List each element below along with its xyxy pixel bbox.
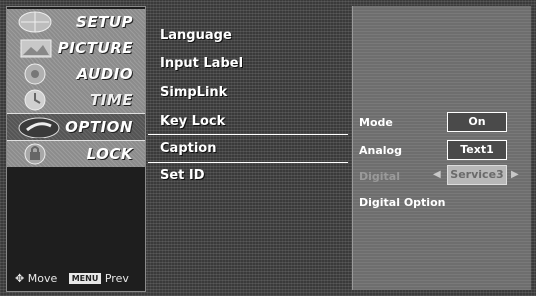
menu-item-set-id[interactable]: Set ID bbox=[160, 168, 205, 183]
category-picture[interactable]: PICTURE bbox=[7, 35, 145, 61]
category-sidebar: SETUP PICTURE AUDIO TIME OPTION LOCK ✥ M… bbox=[6, 6, 146, 292]
clock-icon bbox=[24, 89, 46, 111]
category-label: LOCK bbox=[86, 145, 133, 163]
digital-option-label[interactable]: Digital Option bbox=[359, 196, 445, 209]
prev-label: Prev bbox=[104, 272, 129, 285]
category-label: SETUP bbox=[76, 13, 133, 31]
category-option[interactable]: OPTION bbox=[7, 113, 145, 141]
selection-bottom-line bbox=[148, 162, 348, 163]
option-tag-icon bbox=[18, 117, 60, 138]
lock-icon bbox=[24, 143, 46, 165]
category-time[interactable]: TIME bbox=[7, 87, 145, 113]
menu-item-key-lock[interactable]: Key Lock bbox=[160, 114, 225, 129]
analog-value-box[interactable]: Text1 bbox=[447, 140, 507, 160]
mode-label: Mode bbox=[359, 116, 393, 129]
menu-item-caption[interactable]: Caption bbox=[160, 141, 216, 156]
menu-item-language[interactable]: Language bbox=[160, 28, 232, 43]
digital-label: Digital bbox=[359, 170, 400, 183]
category-label: AUDIO bbox=[76, 65, 133, 83]
tv-option-menu: SETUP PICTURE AUDIO TIME OPTION LOCK ✥ M… bbox=[0, 0, 536, 296]
category-label: OPTION bbox=[65, 118, 133, 136]
digital-value-box[interactable]: Service3 bbox=[447, 165, 507, 185]
menu-key-icon: MENU bbox=[68, 273, 102, 284]
category-lock[interactable]: LOCK bbox=[7, 141, 145, 167]
mode-value-box[interactable]: On bbox=[447, 112, 507, 132]
analog-label: Analog bbox=[359, 144, 402, 157]
move-label: Move bbox=[27, 272, 58, 285]
category-label: PICTURE bbox=[57, 39, 133, 57]
left-arrow-icon[interactable]: ◀ bbox=[433, 169, 441, 180]
move-arrows-icon: ✥ bbox=[15, 272, 25, 285]
category-setup[interactable]: SETUP bbox=[7, 9, 145, 35]
category-audio[interactable]: AUDIO bbox=[7, 61, 145, 87]
category-label: TIME bbox=[90, 91, 133, 109]
globe-icon bbox=[18, 11, 52, 33]
speaker-icon bbox=[24, 63, 46, 85]
menu-item-simplink[interactable]: SimpLink bbox=[160, 85, 227, 100]
selection-top-line bbox=[148, 134, 348, 135]
menu-item-input-label[interactable]: Input Label bbox=[160, 56, 243, 71]
caption-settings-panel: Mode On Analog Text1 Digital ◀ Service3 … bbox=[352, 6, 531, 290]
option-menu-list: Language Input Label SimpLink Key Lock C… bbox=[148, 6, 348, 290]
right-arrow-icon[interactable]: ▶ bbox=[511, 169, 519, 180]
key-guide: ✥ Move MENU Prev bbox=[15, 272, 129, 285]
